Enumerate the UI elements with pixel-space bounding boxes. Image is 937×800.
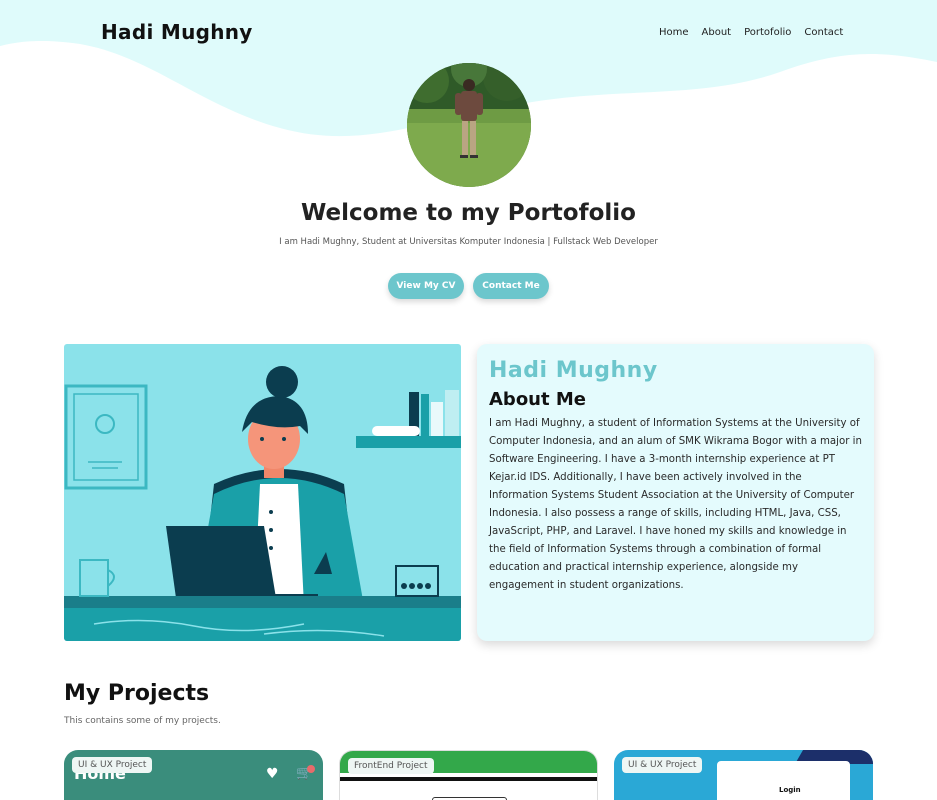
navbar: Hadi Mughny Home About Portofolio Contac…: [0, 0, 937, 64]
hero-title: Welcome to my Portofolio: [301, 200, 636, 226]
project-tag: UI & UX Project: [622, 757, 703, 773]
project-tag: FrontEnd Project: [348, 758, 434, 774]
nav-home-link[interactable]: Home: [659, 27, 689, 38]
hero-subtitle: I am Hadi Mughny, Student at Universitas…: [279, 237, 658, 247]
about-text: I am Hadi Mughny, a student of Informati…: [489, 418, 862, 591]
preview-login-label: Login: [779, 786, 801, 794]
project-card-2[interactable]: FrontEnd Project: [339, 750, 598, 800]
about-card: Hadi Mughny About Me I am Hadi Mughny, a…: [477, 344, 874, 641]
about-illustration: [64, 344, 461, 641]
preview-login-panel: [717, 761, 850, 800]
brand-logo-text[interactable]: Hadi Mughny: [101, 20, 253, 44]
about-heading: About Me: [489, 389, 586, 410]
projects-subtitle: This contains some of my projects.: [64, 716, 221, 726]
nav-portofolio-link[interactable]: Portofolio: [744, 27, 791, 38]
view-cv-button[interactable]: View My CV: [388, 273, 464, 299]
profile-photo: [407, 63, 531, 187]
cart-badge: [307, 765, 315, 773]
nav-links: Home About Portofolio Contact: [659, 27, 843, 38]
nav-contact-link[interactable]: Contact: [804, 27, 843, 38]
projects-title: My Projects: [64, 681, 210, 706]
about-name: Hadi Mughny: [489, 358, 658, 383]
project-tag: UI & UX Project: [72, 757, 153, 773]
contact-me-button[interactable]: Contact Me: [473, 273, 549, 299]
project-card-1[interactable]: Home UI & UX Project ♥ 🛒: [64, 750, 323, 800]
preview-divider: [340, 777, 597, 781]
project-card-3[interactable]: Login UI & UX Project: [614, 750, 873, 800]
nav-about-link[interactable]: About: [702, 27, 732, 38]
heart-icon: ♥: [266, 766, 279, 782]
